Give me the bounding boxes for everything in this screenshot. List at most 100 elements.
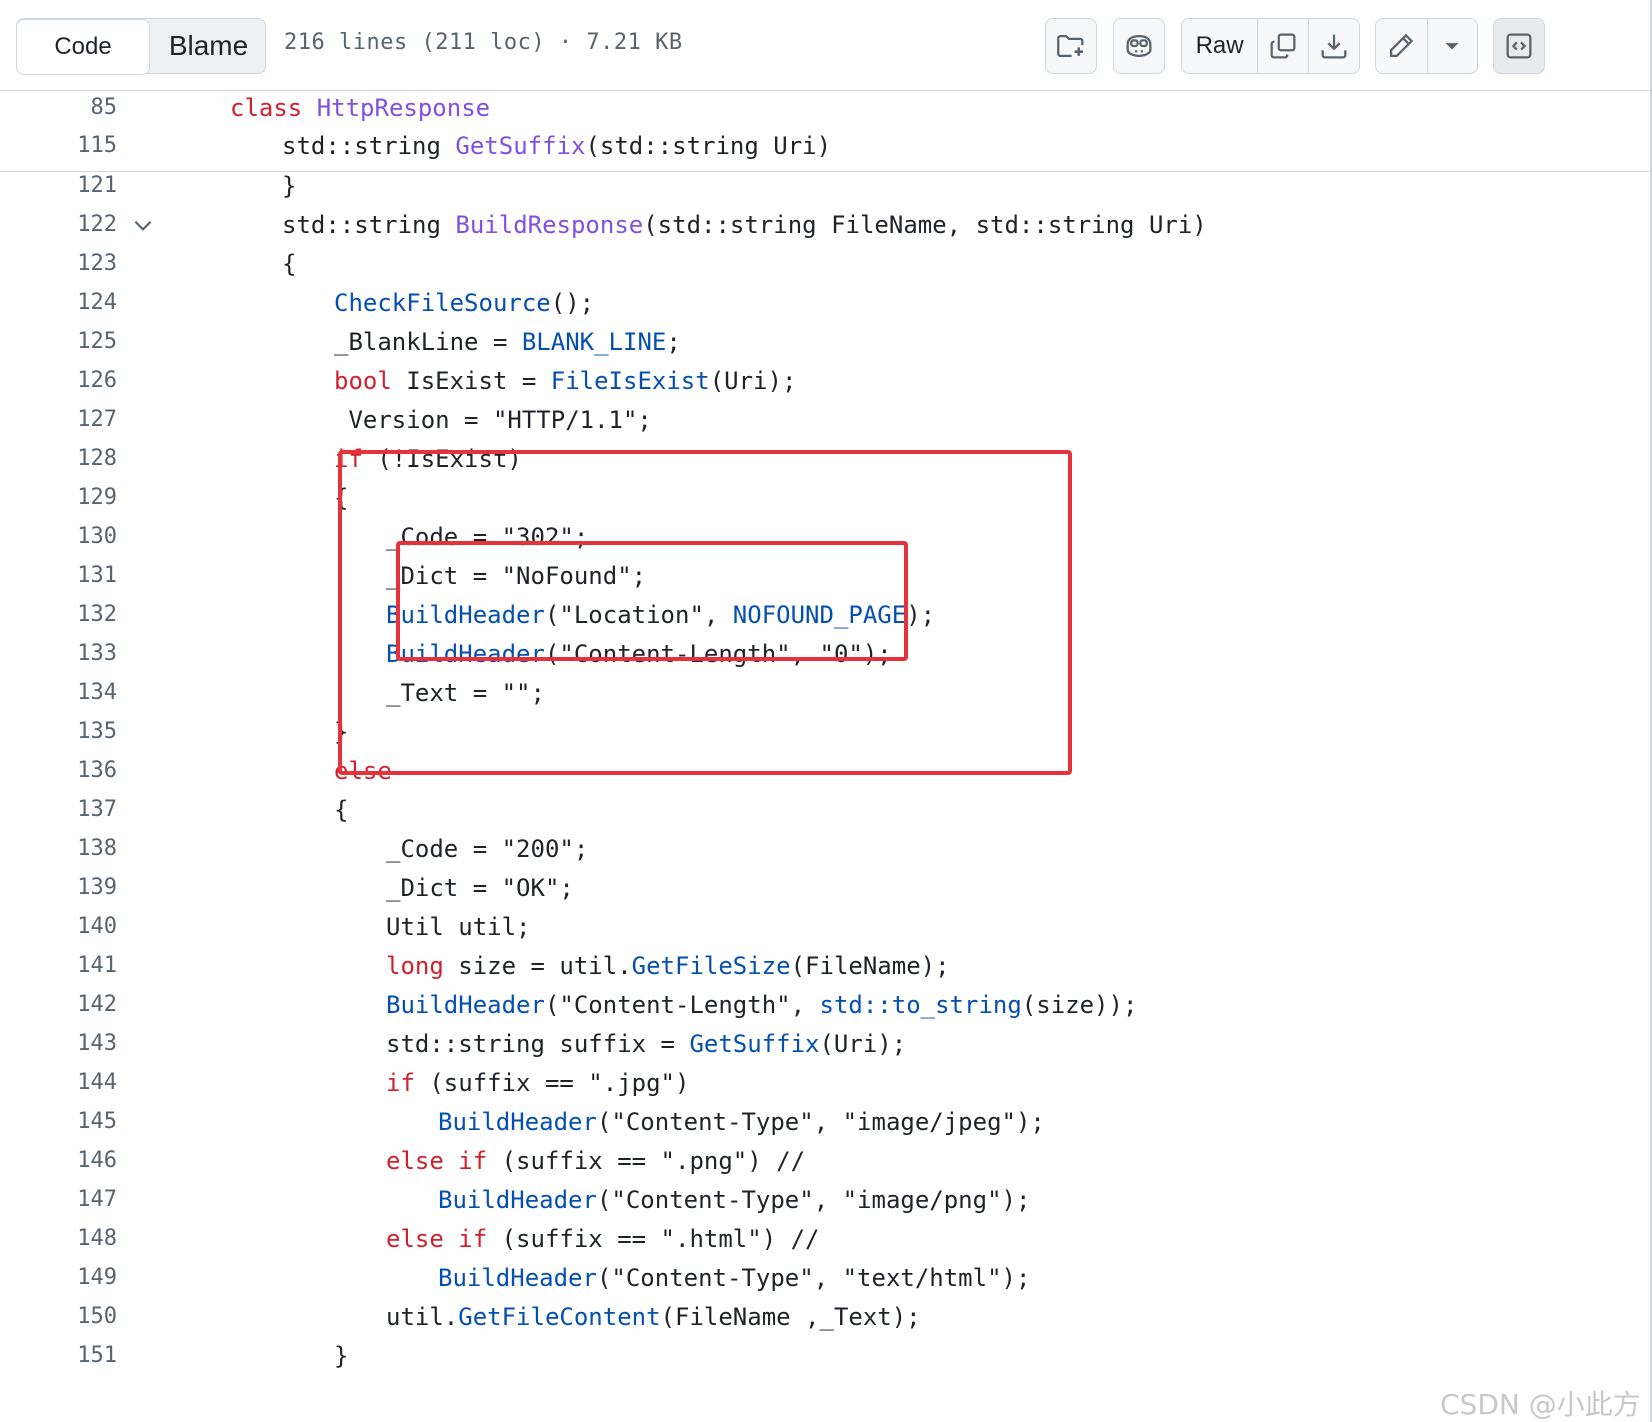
code-text: Util util; <box>386 907 531 947</box>
line-number[interactable]: 121 <box>0 166 117 206</box>
line-number[interactable]: 144 <box>0 1063 117 1103</box>
code-text: bool IsExist = FileIsExist(Uri); <box>334 361 796 401</box>
code-token: std::string <box>282 211 456 239</box>
line-number[interactable]: 136 <box>0 751 117 791</box>
code-text: _Code = "200"; <box>386 829 588 869</box>
line-number[interactable]: 128 <box>0 439 117 479</box>
view-file-tree-button[interactable] <box>1045 18 1097 74</box>
code-text: { <box>334 790 348 830</box>
code-text: else if (suffix == ".html") // <box>386 1219 820 1259</box>
code-text: std::string BuildResponse(std::string Fi… <box>282 205 1207 245</box>
line-number[interactable]: 149 <box>0 1258 117 1298</box>
code-line: 115 std::string GetSuffix(std::string Uri… <box>0 126 1650 166</box>
code-token: { <box>282 250 297 278</box>
line-number[interactable]: 146 <box>0 1141 117 1181</box>
code-text: else if (suffix == ".png") // <box>386 1141 805 1181</box>
code-line: 147 BuildHeader("Content-Type", "image/pn… <box>0 1180 1650 1220</box>
symbols-panel-button[interactable] <box>1493 18 1545 74</box>
code-token: BuildHeader <box>386 991 545 1019</box>
code-line: 139 _Dict = "OK"; <box>0 868 1650 908</box>
raw-button[interactable]: Raw <box>1182 19 1257 73</box>
line-number[interactable]: 126 <box>0 361 117 401</box>
code-token: std::to_string <box>819 991 1022 1019</box>
code-token: (Uri); <box>819 1030 907 1058</box>
code-line: 151} <box>0 1336 1650 1376</box>
download-button[interactable] <box>1307 19 1359 73</box>
line-number[interactable]: 137 <box>0 790 117 830</box>
code-token: ("Content-Type", "image/png"); <box>596 1186 1031 1214</box>
code-token: else <box>386 1147 444 1175</box>
code-token: (suffix == ".jpg") <box>414 1069 690 1097</box>
code-token: FileIsExist <box>550 367 710 395</box>
line-number[interactable]: 150 <box>0 1297 117 1337</box>
line-number[interactable]: 124 <box>0 283 117 323</box>
line-number[interactable]: 148 <box>0 1219 117 1259</box>
line-number[interactable]: 140 <box>0 907 117 947</box>
code-text: _BlankLine = BLANK_LINE; <box>334 322 681 362</box>
code-text: BuildHeader("Content-Type", "image/png")… <box>438 1180 1030 1220</box>
line-number[interactable]: 139 <box>0 868 117 908</box>
code-text: BuildHeader("Content-Type", "text/html")… <box>438 1258 1030 1298</box>
copilot-button[interactable] <box>1113 18 1165 74</box>
line-number[interactable]: 115 <box>0 126 117 166</box>
code-text: long size = util.GetFileSize(FileName); <box>386 946 950 986</box>
code-token: ; <box>666 328 681 356</box>
line-number[interactable]: 125 <box>0 322 117 362</box>
line-number[interactable]: 127 <box>0 400 117 440</box>
line-number[interactable]: 147 <box>0 1180 117 1220</box>
code-text: std::string suffix = GetSuffix(Uri); <box>386 1024 906 1064</box>
code-token: (); <box>550 289 595 317</box>
line-number[interactable]: 132 <box>0 595 117 635</box>
tab-blame[interactable]: Blame <box>150 18 267 74</box>
tab-code[interactable]: Code <box>16 19 150 75</box>
line-number[interactable]: 123 <box>0 244 117 284</box>
code-text: Version = "HTTP/1.1"; <box>334 400 651 440</box>
copy-icon <box>1270 33 1296 59</box>
line-number[interactable]: 134 <box>0 673 117 713</box>
code-line: 144 if (suffix == ".jpg") <box>0 1063 1650 1103</box>
line-number[interactable]: 129 <box>0 478 117 518</box>
code-token: ("Content-Type", "text/html"); <box>596 1264 1031 1292</box>
line-number[interactable]: 135 <box>0 712 117 752</box>
code-line: 146 else if (suffix == ".png") // <box>0 1141 1650 1181</box>
code-line: 150 util.GetFileContent(FileName ,_Text); <box>0 1297 1650 1337</box>
line-number[interactable]: 151 <box>0 1336 117 1376</box>
code-line: 127 Version = "HTTP/1.1"; <box>0 400 1650 440</box>
edit-options-button[interactable] <box>1426 19 1477 73</box>
line-number[interactable]: 142 <box>0 985 117 1025</box>
line-number[interactable]: 143 <box>0 1024 117 1064</box>
code-line: 122 std::string BuildResponse(std::string… <box>0 205 1650 245</box>
code-line: 140 Util util; <box>0 907 1650 947</box>
line-number[interactable]: 141 <box>0 946 117 986</box>
edit-group <box>1375 18 1478 74</box>
edit-file-button[interactable] <box>1376 19 1427 73</box>
code-token: _Dict = "OK"; <box>386 874 574 902</box>
chevron-down-icon[interactable] <box>130 212 156 238</box>
code-token: _Code = "200"; <box>386 835 589 863</box>
code-token: GetSuffix <box>455 132 586 160</box>
code-text: util.GetFileContent(FileName ,_Text); <box>386 1297 921 1337</box>
code-token: GetSuffix <box>689 1030 820 1058</box>
line-number[interactable]: 131 <box>0 556 117 596</box>
code-text: _Dict = "OK"; <box>386 868 574 908</box>
download-icon <box>1321 34 1347 59</box>
code-line: 137 { <box>0 790 1650 830</box>
line-number[interactable]: 122 <box>0 205 117 245</box>
code-token: else <box>386 1225 444 1253</box>
line-number[interactable]: 133 <box>0 634 117 674</box>
code-text: if (suffix == ".jpg") <box>386 1063 689 1103</box>
line-number[interactable]: 85 <box>0 88 118 128</box>
copy-raw-button[interactable] <box>1257 19 1307 73</box>
code-token: (FileName ,_Text); <box>660 1303 921 1331</box>
line-number[interactable]: 130 <box>0 517 117 557</box>
code-text: } <box>334 1336 348 1376</box>
line-number[interactable]: 145 <box>0 1102 117 1142</box>
code-token: if <box>458 1225 488 1253</box>
code-token: class <box>230 94 303 122</box>
code-text: CheckFileSource(); <box>334 283 594 323</box>
code-text: class HttpResponse <box>230 88 490 128</box>
raw-copy-download-group: Raw <box>1181 18 1360 74</box>
line-number[interactable]: 138 <box>0 829 117 869</box>
code-line: 145 BuildHeader("Content-Type", "image/jp… <box>0 1102 1650 1142</box>
